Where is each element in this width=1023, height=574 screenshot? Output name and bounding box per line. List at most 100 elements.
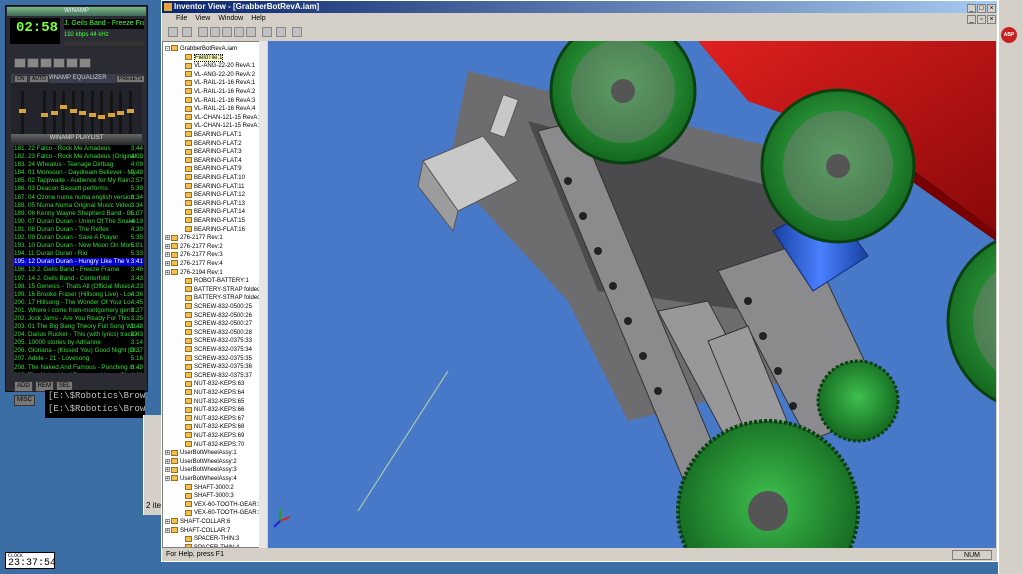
tree-node[interactable]: SCREW-832-0375:37: [185, 372, 252, 381]
eq-slider[interactable]: [88, 91, 96, 135]
playlist-item[interactable]: 197. 14 J. Geils Band - Centerfold 3:43: [14, 275, 144, 283]
menu-view[interactable]: View: [195, 15, 210, 22]
eq-slider[interactable]: [98, 91, 105, 135]
eq-slider-knob[interactable]: [117, 111, 124, 115]
playlist-item[interactable]: 207. Adele - 21 - Lovesong 5:16: [14, 355, 144, 363]
playlist-item[interactable]: 181. 22 Falco - Rock Me Amadeus 3:44: [14, 145, 144, 153]
collapse-icon[interactable]: -: [165, 45, 170, 51]
eq-presets-button[interactable]: PRESETS: [116, 75, 146, 83]
playlist-item[interactable]: 209. The Naked And Famous - Young Bloo..…: [14, 372, 144, 373]
tree-node[interactable]: SHAFT-3000:2: [185, 484, 234, 493]
tree-node[interactable]: NUT-832-KEPS:69: [185, 432, 244, 441]
playlist-item[interactable]: 192. 09 Duran Duran - Save A Prayer 5:35: [14, 234, 144, 242]
tree-node[interactable]: BEARING-FLAT:13: [185, 200, 245, 209]
tree-node[interactable]: VL-CHAN-121-15 RevA:: [185, 122, 259, 131]
eq-slider[interactable]: [50, 91, 58, 135]
playlist-item[interactable]: 201. Where i come from-montgomery gentr.…: [14, 307, 144, 315]
tree-node[interactable]: BEARING-FLAT:4: [185, 157, 242, 166]
playlist-item[interactable]: 191. 08 Duran Duran - The Reflex 4:30: [14, 226, 144, 234]
window-title[interactable]: Inventor View - [GrabberBotRevA.iam]: [162, 1, 997, 13]
eq-slider-knob[interactable]: [60, 105, 67, 109]
close-icon[interactable]: ×: [987, 4, 996, 13]
tree-node[interactable]: SCREW-832-0375:33: [185, 337, 252, 346]
tree-node[interactable]: BEARING-FLAT:15: [185, 217, 245, 226]
winamp-seek-bar[interactable]: [64, 41, 144, 46]
eq-slider-knob[interactable]: [126, 109, 134, 113]
tree-node[interactable]: SPACER-THIN:3: [185, 535, 239, 544]
tree-node[interactable]: BEARING-FLAT:11: [185, 183, 244, 192]
eq-slider[interactable]: [41, 91, 48, 135]
playlist-item[interactable]: 203. 01 The Big Bang Theory Full Song Wi…: [14, 323, 144, 331]
playlist-item[interactable]: 182. 23 Falco - Rock Me Amadeus (Origina…: [14, 153, 144, 161]
playlist-item[interactable]: 195. 12 Duran Duran - Hungry Like The Wo…: [14, 258, 144, 267]
save-icon[interactable]: [182, 27, 192, 37]
playlist-item[interactable]: 208. The Naked And Famous - Punching in …: [14, 364, 144, 372]
expand-icon[interactable]: +: [165, 252, 170, 258]
expand-icon[interactable]: +: [165, 269, 170, 275]
playlist-item[interactable]: 190. 07 Duran Duran - Union Of The Snake…: [14, 218, 144, 226]
eq-slider-knob[interactable]: [79, 111, 86, 115]
open-icon[interactable]: [168, 27, 178, 37]
doc-restore-icon[interactable]: ▫: [977, 15, 986, 24]
playlist-item[interactable]: 189. 06 Kenny Wayne Shepherd Band - Bl..…: [14, 210, 144, 218]
eq-slider-knob[interactable]: [69, 109, 77, 113]
tree-node[interactable]: SCREW-832-0500:27: [185, 320, 252, 329]
tree-node[interactable]: BEARING-FLAT:12: [185, 191, 245, 200]
tree-node[interactable]: VL-RAIL-21-16 RevA:3: [185, 97, 255, 106]
model-browser-tree[interactable]: - GrabberBotRevA.iam FieldTile:1 VL-ANG-22-…: [162, 41, 267, 548]
playlist-item[interactable]: 202. Jock Jams - Are You Ready For This 3…: [14, 315, 144, 323]
zoom-icon[interactable]: [198, 27, 208, 37]
tree-node[interactable]: SHAFT-3000:3: [185, 492, 234, 501]
expand-icon[interactable]: +: [165, 467, 170, 473]
tree-node[interactable]: VL-ANG-22-20 RevA:2: [185, 71, 255, 80]
expand-icon[interactable]: +: [165, 518, 170, 524]
play-button[interactable]: [27, 58, 39, 68]
eq-slider[interactable]: [69, 91, 77, 135]
tree-node[interactable]: VEX-60-TOOTH-GEAR:3: [185, 509, 262, 518]
playlist-item[interactable]: 185. 02 Tappwaite - Audience for My Rain…: [14, 177, 144, 185]
eq-slider[interactable]: [60, 91, 67, 135]
tree-node[interactable]: VL-ANG-22-20 RevA:1: [185, 62, 255, 71]
tree-node[interactable]: NUT-832-KEPS:65: [185, 398, 244, 407]
tree-node[interactable]: SCREW-832-0500:28: [185, 329, 252, 338]
pan-icon[interactable]: [222, 27, 232, 37]
playlist-item[interactable]: 187. 04 Ozone numa numa english version.…: [14, 194, 144, 202]
tree-node[interactable]: SCREW-832-0375:36: [185, 363, 252, 372]
display-icon[interactable]: [276, 27, 286, 37]
eq-slider-knob[interactable]: [50, 111, 58, 115]
tree-node[interactable]: BEARING-FLAT:3: [185, 148, 242, 157]
playlist-item[interactable]: 188. 05 Numa Numa Original Music Video 3:…: [14, 202, 144, 210]
tree-node[interactable]: + SHAFT-COLLAR:6: [165, 518, 230, 527]
tree-node[interactable]: +276-2177 Rev:3: [165, 251, 223, 260]
tree-node[interactable]: BEARING-FLAT:9: [185, 165, 242, 174]
stop-button[interactable]: [53, 58, 65, 68]
zoom-window-icon[interactable]: [210, 27, 220, 37]
tree-node[interactable]: BEARING-FLAT:2: [185, 140, 242, 149]
playlist-item[interactable]: 199. 16 Brooke Fraser (Hillsong Live) - …: [14, 291, 144, 299]
expand-icon[interactable]: +: [165, 475, 170, 481]
eq-slider-knob[interactable]: [41, 113, 48, 117]
tree-node[interactable]: BATTERY-STRAP folded: [185, 294, 260, 303]
expand-icon[interactable]: +: [165, 458, 170, 464]
tree-node[interactable]: NUT-832-KEPS:68: [185, 423, 244, 432]
orbit-icon[interactable]: [234, 27, 244, 37]
tree-node[interactable]: VL-RAIL-21-16 RevA:4: [185, 105, 255, 114]
tree-node[interactable]: NUT-832-KEPS:63: [185, 380, 244, 389]
playlist-item[interactable]: 204. Darius Rucker - This (with lyrics) …: [14, 331, 144, 339]
expand-icon[interactable]: +: [165, 450, 170, 456]
maximize-icon[interactable]: □: [977, 4, 986, 13]
tree-node[interactable]: NUT-832-KEPS:67: [185, 415, 244, 424]
tree-node[interactable]: SCREW-832-0500:25: [185, 303, 252, 312]
eject-button[interactable]: [79, 58, 91, 68]
eq-slider[interactable]: [126, 91, 134, 135]
tree-node[interactable]: FieldTile:1: [185, 53, 224, 63]
tree-node[interactable]: NUT-832-KEPS:66: [185, 406, 244, 415]
tree-node[interactable]: VEX-60-TOOTH-GEAR:2: [185, 501, 262, 510]
eq-preamp-knob[interactable]: [19, 109, 26, 113]
prev-button[interactable]: [14, 58, 26, 68]
rotate-icon[interactable]: [246, 27, 256, 37]
playlist-misc-button[interactable]: MISC: [14, 395, 35, 406]
tree-node[interactable]: + UserBotWheelAssy:1: [165, 449, 237, 458]
tree-node[interactable]: NUT-832-KEPS:64: [185, 389, 244, 398]
tree-node[interactable]: BEARING-FLAT:1: [185, 131, 242, 140]
